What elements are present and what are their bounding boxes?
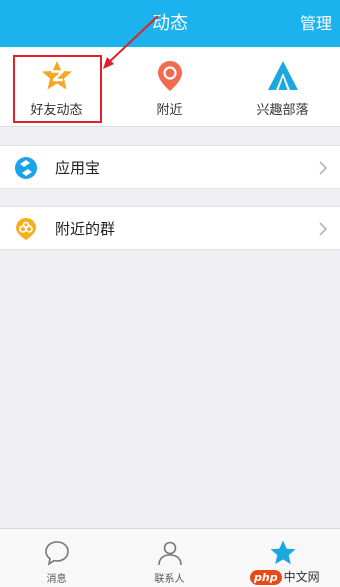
list-item-nearby-groups[interactable]: 附近的群 <box>0 206 340 250</box>
chat-bubble-icon <box>44 541 69 566</box>
list-item-label: 应用宝 <box>55 159 101 177</box>
chevron-right-icon <box>319 161 328 175</box>
watermark-logo: php <box>250 570 282 585</box>
contact-icon <box>157 541 182 566</box>
list-item-label: 附近的群 <box>55 220 116 238</box>
quick-item-label: 兴趣部落 <box>256 103 309 118</box>
star-icon <box>270 540 295 565</box>
tab-label: 消息 <box>46 574 67 585</box>
manage-button[interactable]: 管理 <box>300 0 332 47</box>
annotation-highlight-box <box>13 55 102 123</box>
page-title: 动态 <box>152 13 188 34</box>
watermark-text: 中文网 <box>283 570 320 584</box>
list-item-app-store[interactable]: 应用宝 <box>0 145 340 189</box>
tab-label: 联系人 <box>154 574 185 585</box>
app-store-icon <box>15 157 37 179</box>
nearby-group-icon <box>16 218 36 240</box>
tab-messages[interactable]: 消息 <box>0 529 113 587</box>
watermark: php 中文网 <box>250 566 320 586</box>
quick-item-tribe[interactable]: 兴趣部落 <box>226 47 339 127</box>
quick-item-label: 附近 <box>156 103 183 118</box>
top-bar: 动态 管理 <box>0 0 340 47</box>
chevron-right-icon <box>319 222 328 236</box>
tent-icon <box>267 61 298 90</box>
tab-contacts[interactable]: 联系人 <box>113 529 226 587</box>
annotation-arrow-icon <box>103 15 159 69</box>
